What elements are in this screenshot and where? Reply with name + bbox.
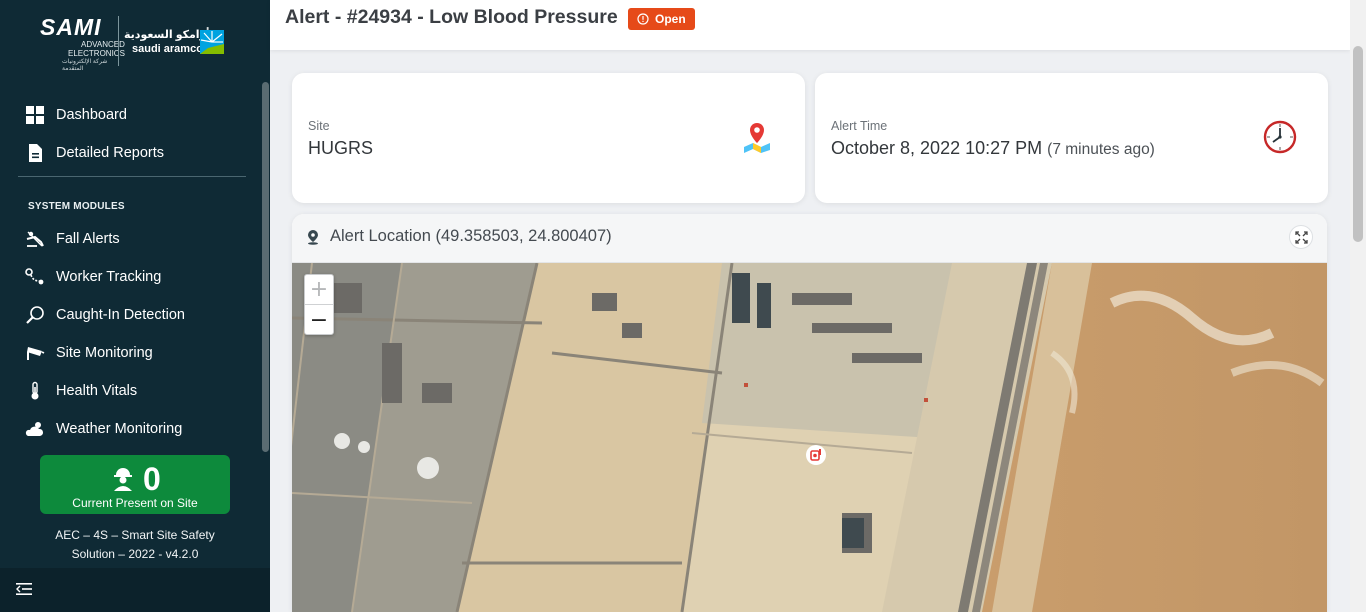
- thermometer-icon: [24, 380, 46, 402]
- brand-logos: SAMI ADVANCED ELECTRONICS شركة الإلكترون…: [0, 0, 270, 80]
- map-zoom-control: + −: [304, 274, 334, 335]
- expand-icon: [1294, 230, 1308, 244]
- sidebar-item-label: Weather Monitoring: [56, 421, 183, 437]
- map-title: Alert Location (49.358503, 24.800407): [330, 227, 612, 245]
- present-count: 0: [143, 461, 161, 497]
- sidebar-item-health-vitals[interactable]: Health Vitals: [24, 378, 137, 404]
- page-scroll-thumb[interactable]: [1353, 46, 1363, 242]
- sidebar-item-label: Detailed Reports: [56, 145, 164, 161]
- aramco-logo: أرامكو السعودية saudi aramco: [124, 28, 234, 60]
- sidebar-item-dashboard[interactable]: Dashboard: [24, 102, 127, 128]
- page-title: Alert - #24934 - Low Blood Pressure: [285, 6, 618, 28]
- present-label: Current Present on Site: [72, 496, 198, 510]
- alert-time-card: Alert Time October 8, 2022 10:27 PM (7 m…: [815, 73, 1328, 203]
- sidebar-item-label: Fall Alerts: [56, 231, 120, 247]
- map-location-icon: [739, 119, 775, 155]
- sidebar-item-label: Site Monitoring: [56, 345, 153, 361]
- map-pin-icon: [306, 229, 320, 245]
- footer-line-2: Solution – 2022 - v4.2.0: [71, 547, 199, 561]
- status-badge: Open: [628, 8, 695, 30]
- fall-person-icon: [24, 228, 46, 250]
- document-icon: [24, 142, 46, 164]
- page-scrollbar[interactable]: [1350, 0, 1366, 612]
- satellite-imagery: [292, 263, 1327, 612]
- sami-logo[interactable]: SAMI ADVANCED ELECTRONICS شركة الإلكترون…: [40, 14, 125, 72]
- sami-sub-line1: ADVANCED: [81, 40, 125, 49]
- sidebar-item-weather-monitoring[interactable]: Weather Monitoring: [24, 416, 182, 442]
- logo-divider: [118, 16, 119, 66]
- aramco-emblem-icon: [198, 28, 226, 56]
- hard-hat-worker-icon: [109, 464, 137, 492]
- sidebar-bottom-bar: [0, 568, 270, 612]
- alert-time-relative: (7 minutes ago): [1047, 141, 1155, 158]
- alert-time-absolute: October 8, 2022 10:27 PM: [831, 138, 1043, 158]
- weather-cloud-icon: [24, 418, 46, 440]
- alert-marker-icon[interactable]: [805, 444, 827, 466]
- section-title: SYSTEM MODULES: [28, 201, 125, 212]
- magnifier-icon: [24, 304, 46, 326]
- sidebar-item-label: Caught-In Detection: [56, 307, 185, 323]
- sami-arabic-name: شركة الإلكترونيات المتقدمة: [62, 59, 108, 72]
- sidebar-divider: [18, 176, 246, 177]
- alert-time-value: October 8, 2022 10:27 PM (7 minutes ago): [831, 138, 1155, 159]
- zoom-in-button[interactable]: +: [305, 275, 333, 305]
- sami-subtitle: ADVANCED ELECTRONICS: [68, 40, 125, 58]
- clock-icon: [1262, 119, 1298, 155]
- fullscreen-button[interactable]: [1289, 225, 1313, 249]
- alert-location-card: Alert Location (49.358503, 24.800407) + …: [292, 214, 1327, 612]
- site-value: HUGRS: [308, 138, 374, 158]
- sidebar-item-caught-in-detection[interactable]: Caught-In Detection: [24, 302, 185, 328]
- present-on-site-card[interactable]: 0 Current Present on Site: [40, 455, 230, 514]
- site-card: Site HUGRS: [292, 73, 805, 203]
- sidebar-item-worker-tracking[interactable]: Worker Tracking: [24, 264, 161, 290]
- sidebar-item-fall-alerts[interactable]: Fall Alerts: [24, 226, 120, 252]
- sidebar-item-label: Worker Tracking: [56, 269, 162, 285]
- menu-collapse-icon[interactable]: [14, 579, 36, 601]
- sidebar: SAMI ADVANCED ELECTRONICS شركة الإلكترون…: [0, 0, 270, 612]
- site-label: Site: [308, 119, 330, 133]
- aramco-arabic-name: أرامكو السعودية: [124, 29, 210, 41]
- sidebar-item-label: Health Vitals: [56, 383, 138, 399]
- alert-time-label: Alert Time: [831, 119, 888, 133]
- status-text: Open: [655, 12, 686, 26]
- footer-line-1: AEC – 4S – Smart Site Safety: [55, 528, 215, 542]
- sidebar-item-label: Dashboard: [56, 107, 127, 123]
- sami-sub-line2: ELECTRONICS: [68, 49, 125, 58]
- sami-wordmark: SAMI: [40, 14, 102, 40]
- cctv-camera-icon: [24, 342, 46, 364]
- dashboard-grid-icon: [24, 104, 46, 126]
- sidebar-item-site-monitoring[interactable]: Site Monitoring: [24, 340, 153, 366]
- sidebar-scrollbar[interactable]: [262, 82, 269, 452]
- app-version-footer: AEC – 4S – Smart Site Safety Solution – …: [30, 526, 240, 564]
- zoom-out-button[interactable]: −: [305, 305, 333, 335]
- page-header: Alert - #24934 - Low Blood Pressure Open: [270, 0, 1350, 50]
- sidebar-item-detailed-reports[interactable]: Detailed Reports: [24, 140, 164, 166]
- map-card-header: Alert Location (49.358503, 24.800407): [292, 214, 1327, 263]
- route-icon: [24, 266, 46, 288]
- info-circle-icon: [637, 13, 649, 25]
- satellite-map[interactable]: + −: [292, 263, 1327, 612]
- aramco-latin-name: saudi aramco: [132, 43, 203, 55]
